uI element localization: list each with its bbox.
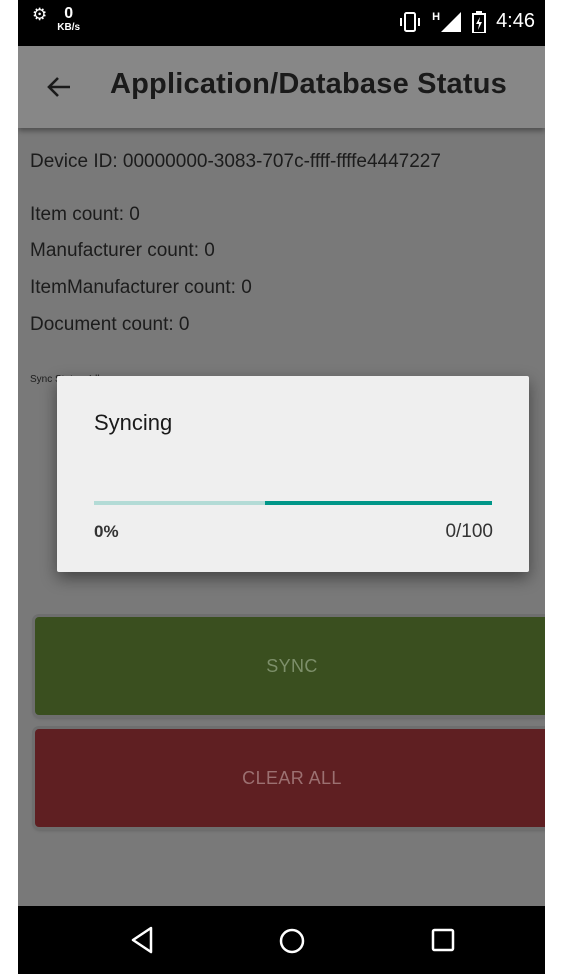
- progress-bar-fill: [265, 501, 492, 505]
- navigation-bar: [18, 906, 545, 974]
- dialog-title: Syncing: [94, 410, 173, 435]
- progress-bar: [94, 501, 492, 505]
- triangle-back-icon[interactable]: [130, 926, 154, 954]
- dialog-overlay: Syncing 0% 0/100: [18, 0, 545, 906]
- progress-count: 0/100: [445, 521, 493, 542]
- app-window: ⚙ 0 KB/s H 4:46 Application/Database Sta…: [18, 0, 545, 974]
- circle-home-icon[interactable]: [278, 927, 306, 955]
- syncing-dialog: Syncing 0% 0/100: [57, 376, 529, 572]
- progress-percent: 0%: [94, 522, 119, 541]
- square-recents-icon[interactable]: [431, 928, 455, 952]
